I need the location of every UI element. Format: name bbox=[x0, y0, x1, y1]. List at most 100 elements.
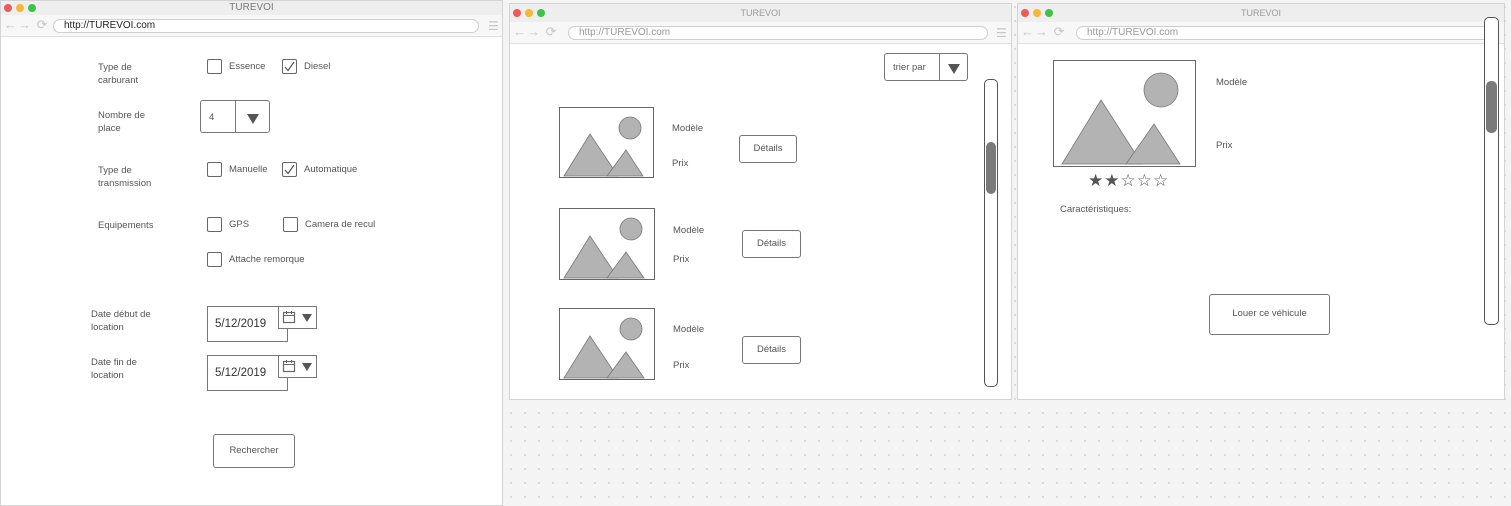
fuel-type-label: Type de carburant bbox=[98, 62, 139, 86]
start-date-value: 5/12/2019 bbox=[215, 318, 267, 330]
transmission-label: Type de transmission bbox=[98, 165, 152, 189]
forward-arrow-icon[interactable]: → bbox=[18, 17, 32, 32]
window-titlebar: TUREVOI bbox=[510, 4, 1011, 22]
star-icon[interactable]: ★ bbox=[1104, 172, 1119, 190]
reload-icon[interactable]: ⟳ bbox=[1054, 24, 1066, 39]
checkbox-automatique[interactable] bbox=[282, 162, 297, 177]
window-titlebar: TUREVOI bbox=[1018, 4, 1504, 22]
characteristics-label: Caractéristiques: bbox=[1060, 204, 1132, 215]
chevron-down-icon[interactable] bbox=[235, 101, 269, 132]
image-placeholder-icon bbox=[563, 317, 645, 379]
sort-label: trier par bbox=[893, 62, 926, 73]
chevron-down-icon bbox=[302, 363, 312, 371]
checkbox-essence-label: Essence bbox=[229, 61, 266, 72]
checkbox-manuelle[interactable] bbox=[207, 162, 222, 177]
minimize-window-button[interactable] bbox=[16, 4, 24, 12]
checkbox-gps[interactable] bbox=[207, 217, 222, 232]
back-arrow-icon[interactable]: ← bbox=[513, 24, 527, 39]
back-arrow-icon[interactable]: ← bbox=[4, 17, 18, 32]
checkbox-essence[interactable] bbox=[207, 59, 222, 74]
car-image-placeholder bbox=[1053, 60, 1196, 167]
maximize-window-button[interactable] bbox=[537, 9, 545, 17]
address-bar[interactable]: http://TUREVOI.com bbox=[53, 19, 479, 33]
details-button[interactable]: Détails bbox=[739, 135, 797, 163]
rating-stars[interactable]: ★ ★ ☆ ☆ ☆ bbox=[1088, 172, 1168, 190]
window-title: TUREVOI bbox=[740, 8, 781, 18]
search-button[interactable]: Rechercher bbox=[213, 434, 295, 468]
back-arrow-icon[interactable]: ← bbox=[1021, 24, 1035, 39]
close-window-button[interactable] bbox=[513, 9, 521, 17]
minimize-window-button[interactable] bbox=[1033, 9, 1041, 17]
chevron-down-icon[interactable] bbox=[939, 54, 967, 80]
end-date-value: 5/12/2019 bbox=[215, 367, 267, 379]
reload-icon[interactable]: ⟳ bbox=[546, 24, 558, 39]
details-button[interactable]: Détails bbox=[742, 230, 801, 258]
sort-dropdown[interactable]: trier par bbox=[884, 53, 968, 81]
browser-navbar: ←→ ⟳ http://TUREVOI.com ☰ bbox=[510, 22, 1011, 44]
menu-icon[interactable]: ☰ bbox=[488, 19, 499, 33]
star-icon[interactable]: ☆ bbox=[1121, 172, 1136, 190]
menu-icon[interactable]: ☰ bbox=[996, 26, 1007, 40]
address-bar[interactable]: http://TUREVOI.com bbox=[568, 26, 988, 40]
price-label: Prix bbox=[1216, 140, 1233, 151]
minimize-window-button[interactable] bbox=[525, 9, 533, 17]
price-label: Prix bbox=[673, 254, 690, 265]
checkbox-attache-remorque[interactable] bbox=[207, 252, 222, 267]
url-text: http://TUREVOI.com bbox=[579, 27, 671, 38]
car-image-placeholder bbox=[559, 208, 655, 280]
seats-dropdown[interactable]: 4 bbox=[200, 100, 270, 133]
checkbox-attache-remorque-label: Attache remorque bbox=[229, 254, 305, 265]
start-date-picker-button[interactable] bbox=[278, 306, 317, 329]
image-placeholder-icon bbox=[563, 217, 645, 279]
forward-arrow-icon[interactable]: → bbox=[527, 24, 541, 39]
car-image-placeholder bbox=[559, 308, 655, 380]
reload-icon[interactable]: ⟳ bbox=[37, 17, 49, 32]
checkbox-diesel-label: Diesel bbox=[304, 61, 331, 72]
detail-scrollbar[interactable] bbox=[1484, 17, 1499, 325]
rent-vehicle-button[interactable]: Louer ce véhicule bbox=[1209, 294, 1330, 335]
checkbox-diesel[interactable] bbox=[282, 59, 297, 74]
checkmark-icon bbox=[284, 164, 295, 175]
start-date-input[interactable]: 5/12/2019 bbox=[207, 306, 288, 342]
calendar-icon bbox=[282, 311, 296, 324]
model-label: Modèle bbox=[672, 123, 704, 134]
address-bar[interactable]: http://TUREVOI.com bbox=[1076, 26, 1494, 40]
window-controls bbox=[4, 4, 36, 12]
window-controls bbox=[1021, 9, 1053, 17]
scrollbar-thumb[interactable] bbox=[1486, 81, 1497, 133]
navigation-icons: ←→ ⟳ bbox=[513, 24, 558, 40]
browser-navbar: ←→ ⟳ http://TUREVOI.com bbox=[1018, 22, 1504, 44]
browser-navbar: ←→ ⟳ http://TUREVOI.com ☰ bbox=[1, 15, 502, 37]
seats-label: Nombre de place bbox=[98, 110, 145, 134]
price-label: Prix bbox=[672, 158, 689, 169]
browser-window-detail: TUREVOI ←→ ⟳ http://TUREVOI.com Modèle P… bbox=[1017, 3, 1505, 400]
url-text: http://TUREVOI.com bbox=[64, 20, 156, 31]
maximize-window-button[interactable] bbox=[28, 4, 36, 12]
maximize-window-button[interactable] bbox=[1045, 9, 1053, 17]
close-window-button[interactable] bbox=[1021, 9, 1029, 17]
image-placeholder-icon bbox=[563, 116, 644, 177]
browser-window-search: TUREVOI ←→ ⟳ http://TUREVOI.com ☰ Type d… bbox=[0, 0, 503, 506]
close-window-button[interactable] bbox=[4, 4, 12, 12]
end-date-input[interactable]: 5/12/2019 bbox=[207, 355, 288, 391]
checkbox-gps-label: GPS bbox=[229, 219, 250, 230]
checkbox-automatique-label: Automatique bbox=[304, 164, 358, 175]
checkbox-manuelle-label: Manuelle bbox=[229, 164, 268, 175]
seats-value: 4 bbox=[209, 112, 215, 123]
details-button[interactable]: Détails bbox=[742, 336, 801, 364]
star-icon[interactable]: ★ bbox=[1088, 172, 1103, 190]
star-icon[interactable]: ☆ bbox=[1153, 172, 1168, 190]
star-icon[interactable]: ☆ bbox=[1137, 172, 1152, 190]
end-date-picker-button[interactable] bbox=[278, 355, 317, 378]
checkbox-camera-recul[interactable] bbox=[283, 217, 298, 232]
scrollbar-thumb[interactable] bbox=[986, 142, 996, 194]
price-label: Prix bbox=[673, 360, 690, 371]
window-titlebar: TUREVOI bbox=[1, 1, 502, 15]
window-controls bbox=[513, 9, 545, 17]
navigation-icons: ←→ ⟳ bbox=[1021, 24, 1066, 40]
calendar-icon bbox=[282, 360, 296, 373]
forward-arrow-icon[interactable]: → bbox=[1035, 24, 1049, 39]
window-title: TUREVOI bbox=[1240, 8, 1281, 18]
results-scrollbar[interactable] bbox=[984, 79, 998, 387]
start-date-label: Date début de location bbox=[91, 309, 151, 333]
